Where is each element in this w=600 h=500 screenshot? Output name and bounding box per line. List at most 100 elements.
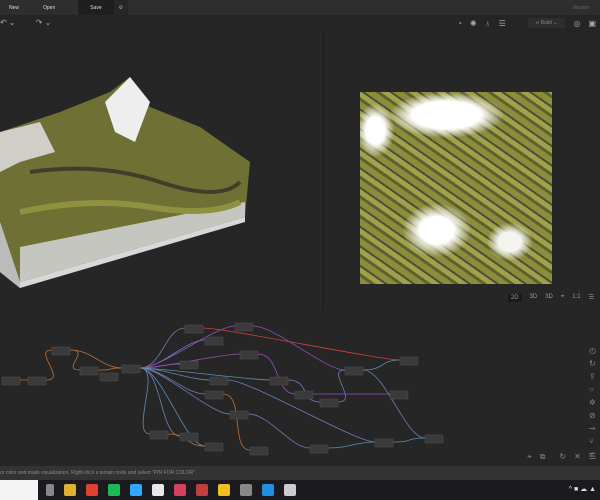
- graph-node[interactable]: [204, 442, 224, 452]
- sun-icon[interactable]: ✺: [470, 19, 477, 28]
- graph-node[interactable]: [344, 366, 364, 376]
- graph-edge: [362, 369, 426, 439]
- graph-node[interactable]: [374, 438, 394, 448]
- graph-edge: [257, 353, 296, 395]
- taskbar-app-icon[interactable]: [152, 484, 164, 496]
- taskbar-search[interactable]: [0, 480, 38, 500]
- compass-icon[interactable]: ◔: [457, 19, 462, 28]
- water-drop-icon[interactable]: ♁: [485, 19, 491, 28]
- graph-node[interactable]: [27, 376, 47, 386]
- graph-node[interactable]: [79, 366, 99, 376]
- graph-edge: [69, 349, 81, 371]
- terrain-2d-map: [360, 92, 552, 284]
- view-3d-button[interactable]: 3D: [530, 294, 538, 302]
- graph-edge: [139, 367, 206, 395]
- graph-edge: [139, 367, 151, 435]
- fit-graph-icon[interactable]: ⌖: [527, 452, 532, 462]
- graph-node[interactable]: [319, 398, 339, 408]
- node-graph-canvas[interactable]: [0, 311, 580, 466]
- build-button[interactable]: ∞ Build ⌄: [527, 18, 566, 28]
- taskbar-app-icon[interactable]: [46, 484, 54, 496]
- save-button[interactable]: Save: [78, 0, 114, 15]
- graph-node[interactable]: [389, 390, 409, 400]
- status-bar: or color and mask visualization. Right-c…: [0, 466, 600, 480]
- menu-icon[interactable]: ☰: [589, 294, 594, 302]
- viewport-3d[interactable]: [0, 32, 322, 310]
- menu-icon[interactable]: ☰: [589, 452, 596, 462]
- loop-icon[interactable]: ↻: [589, 359, 596, 368]
- taskbar-app-icon[interactable]: [64, 484, 76, 496]
- taskbar-app-icon[interactable]: [130, 484, 142, 496]
- gear-icon[interactable]: ✲: [589, 398, 596, 407]
- graph-node[interactable]: [121, 364, 141, 374]
- settings-icon[interactable]: ⚙: [113, 0, 129, 15]
- undo-button[interactable]: ↶ ⌄: [0, 18, 16, 27]
- link-icon[interactable]: ⊘: [589, 411, 596, 420]
- graph-node[interactable]: [269, 376, 289, 386]
- graph-edge: [97, 367, 123, 371]
- fit-icon[interactable]: ⌖: [561, 294, 564, 302]
- viewport-2d[interactable]: 2D 3D 3D ⌖ 1:1 ☰: [323, 32, 600, 310]
- version-label: Version: [572, 4, 589, 11]
- graph-node[interactable]: [184, 324, 204, 334]
- redo-button[interactable]: ↷ ⌄: [36, 18, 52, 27]
- connect-icon[interactable]: ⊸: [589, 424, 596, 433]
- graph-edge: [362, 359, 401, 371]
- graph-node[interactable]: [294, 390, 314, 400]
- graph-edge: [139, 327, 186, 369]
- view-3d-alt-button[interactable]: 3D: [545, 294, 553, 302]
- taskbar-app-icon[interactable]: [240, 484, 252, 496]
- menu-bar: New Open Save ⚙ Version: [0, 0, 600, 15]
- graph-node[interactable]: [399, 356, 419, 366]
- graph-node[interactable]: [99, 372, 119, 382]
- view-2d-button[interactable]: 2D: [507, 294, 522, 302]
- graph-edge: [139, 367, 181, 437]
- graph-edge: [392, 437, 426, 443]
- expand-icon[interactable]: ✕: [574, 452, 581, 462]
- graph-node[interactable]: [309, 444, 329, 454]
- system-tray: ^ ■ ☁ ▲: [568, 486, 596, 493]
- graph-node[interactable]: [179, 360, 199, 370]
- graph-node[interactable]: [209, 376, 229, 386]
- graph-edge: [227, 379, 376, 443]
- taskbar-app-icon[interactable]: [284, 484, 296, 496]
- graph-node[interactable]: [51, 346, 71, 356]
- graph-node[interactable]: [1, 376, 21, 386]
- graph-side-tools: ◴ ↻ ⇪ ○ ✲ ⊘ ⊸ ⑂ <: [589, 346, 596, 459]
- graph-edge: [139, 367, 271, 381]
- graph-edge: [202, 327, 401, 361]
- menu-new[interactable]: New: [0, 5, 28, 11]
- circle-icon[interactable]: ○: [589, 385, 596, 394]
- toolbar: ↶ ⌄ ↷ ⌄ ◔ ✺ ♁ ☰ ∞ Build ⌄ ◎ ▣: [0, 15, 600, 32]
- layers-icon[interactable]: ☰: [499, 19, 506, 28]
- graph-node[interactable]: [229, 410, 249, 420]
- ratio-button[interactable]: 1:1: [572, 294, 580, 302]
- graph-node[interactable]: [179, 432, 199, 442]
- window-icon[interactable]: ▣: [588, 19, 596, 28]
- graph-node[interactable]: [239, 350, 259, 360]
- terrain-3d: [0, 77, 250, 288]
- graph-node[interactable]: [204, 336, 224, 346]
- menu-open[interactable]: Open: [34, 5, 64, 11]
- graph-node[interactable]: [204, 390, 224, 400]
- target-icon[interactable]: ◎: [573, 19, 580, 28]
- refresh-icon[interactable]: ↻: [559, 452, 566, 462]
- taskbar-app-icon[interactable]: [174, 484, 186, 496]
- node-graph[interactable]: [0, 311, 600, 466]
- taskbar-app-icon[interactable]: [86, 484, 98, 496]
- graph-edge: [222, 393, 251, 451]
- taskbar-app-icon[interactable]: [196, 484, 208, 496]
- check-icon[interactable]: ◴: [589, 346, 596, 355]
- graph-node[interactable]: [249, 446, 269, 456]
- export-icon[interactable]: ⇪: [589, 372, 596, 381]
- taskbar-app-icon[interactable]: [262, 484, 274, 496]
- graph-node[interactable]: [234, 322, 254, 332]
- taskbar-app-icon[interactable]: [108, 484, 120, 496]
- duplicate-icon[interactable]: ⧉: [540, 452, 546, 462]
- graph-node[interactable]: [149, 430, 169, 440]
- taskbar-app-icon[interactable]: [218, 484, 230, 496]
- graph-node[interactable]: [424, 434, 444, 444]
- graph-edge: [252, 325, 346, 371]
- graph-edge: [327, 441, 376, 449]
- branch-icon[interactable]: ⑂: [589, 437, 596, 446]
